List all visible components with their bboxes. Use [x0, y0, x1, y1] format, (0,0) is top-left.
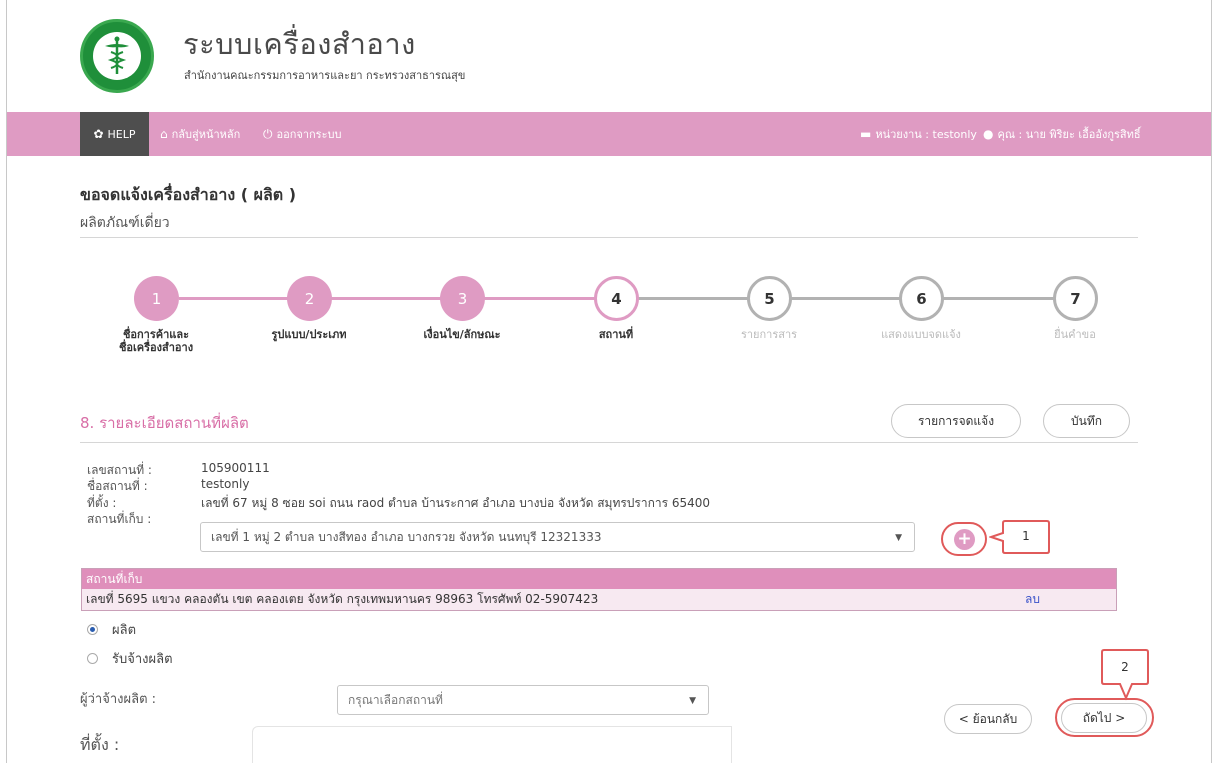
employer-select[interactable]: กรุณาเลือกสถานที่ ▼	[337, 685, 709, 715]
next-button[interactable]: ถัดไป >	[1061, 703, 1147, 733]
unit-info: ▬ หน่วยงาน : testonly	[860, 112, 977, 156]
caduceus-icon	[93, 32, 141, 80]
logout-label: ออกจากระบบ	[276, 128, 342, 141]
add-storage-highlight: +	[941, 522, 987, 556]
power-icon: ⏻	[263, 126, 273, 141]
user-icon: ●	[983, 127, 994, 141]
step-7-circle: 7	[1053, 276, 1098, 321]
step-2-label: รูปแบบ/ประเภท	[271, 328, 347, 341]
step-2-circle[interactable]: 2	[287, 276, 332, 321]
step-4-label: สถานที่	[598, 328, 634, 341]
radio-contract[interactable]: รับจ้างผลิต	[87, 648, 173, 669]
step-6-label: แสดงแบบจดแจ้ง	[881, 328, 961, 341]
location-field[interactable]	[252, 726, 732, 763]
storage-label: สถานที่เก็บ :	[87, 512, 152, 526]
divider	[80, 237, 1138, 238]
section-divider	[80, 442, 1138, 443]
help-label: HELP	[107, 127, 136, 141]
radio-produce-input[interactable]	[87, 624, 98, 635]
chevron-down-icon: ▼	[895, 533, 902, 543]
callout-2: 2	[1121, 660, 1129, 674]
radio-produce-label: ผลิต	[112, 623, 137, 638]
storage-row-address: เลขที่ 5695 แขวง คลองตัน เขต คลองเตย จัง…	[86, 592, 599, 606]
user-info[interactable]: ● คุณ : นาย พิริยะ เอื้ออังกูรสิทธิ์	[983, 112, 1141, 156]
briefcase-icon: ▬	[860, 127, 872, 141]
delete-link[interactable]: ลบ	[1025, 589, 1040, 610]
place-name-value: testonly	[201, 477, 250, 491]
storage-table: สถานที่เก็บ เลขที่ 5695 แขวง คลองตัน เขต…	[81, 568, 1117, 611]
step-line-done	[179, 297, 617, 300]
page-frame: ระบบเครื่องสำอาง สำนักงานคณะกรรมการอาหาร…	[6, 0, 1212, 763]
add-storage-button[interactable]: +	[954, 529, 975, 550]
site-subtitle: สำนักงานคณะกรรมการอาหารและยา กระทรวงสาธา…	[184, 69, 466, 82]
step-1-circle[interactable]: 1	[134, 276, 179, 321]
step-1-label-line2: ชื่อเครื่องสำอาง	[118, 341, 194, 354]
record-list-button[interactable]: รายการจดแจ้ง	[891, 404, 1021, 438]
table-row: เลขที่ 5695 แขวง คลองตัน เขต คลองเตย จัง…	[82, 589, 1116, 610]
step-7-label: ยื่นคำขอ	[1054, 328, 1096, 341]
save-button[interactable]: บันทึก	[1043, 404, 1130, 438]
page-title: ขอจดแจ้งเครื่องสำอาง ( ผลิต )	[80, 185, 297, 204]
step-line-todo	[617, 297, 1079, 300]
home-link[interactable]: ⌂ กลับสู่หน้าหลัก	[160, 112, 240, 156]
storage-select[interactable]: เลขที่ 1 หมู่ 2 ตำบล บางสีทอง อำเภอ บางก…	[200, 522, 915, 552]
radio-produce[interactable]: ผลิต	[87, 619, 136, 640]
address-value: เลขที่ 67 หมู่ 8 ซอย soi ถนน raod ตำบล บ…	[201, 496, 711, 510]
storage-select-value: เลขที่ 1 หมู่ 2 ตำบล บางสีทอง อำเภอ บางก…	[211, 529, 602, 544]
top-navbar: ✿ HELP ⌂ กลับสู่หน้าหลัก ⏻ ออกจากระบบ ▬ …	[7, 112, 1211, 156]
site-title: ระบบเครื่องสำอาง	[183, 27, 416, 61]
employer-label: ผู้ว่าจ้างผลิต :	[80, 692, 157, 707]
fda-logo	[80, 19, 154, 93]
back-button[interactable]: < ย้อนกลับ	[944, 704, 1032, 734]
unit-label: หน่วยงาน : testonly	[875, 128, 977, 141]
storage-table-header: สถานที่เก็บ	[82, 569, 1116, 589]
step-1-label: ชื่อการค้าและ ชื่อเครื่องสำอาง	[91, 328, 221, 354]
location-label: ที่ตั้ง :	[80, 735, 120, 754]
step-5-label: รายการสาร	[740, 328, 798, 341]
callout-1: 1	[1022, 529, 1030, 543]
page-subtitle: ผลิตภัณฑ์เดี่ยว	[80, 215, 170, 231]
site-header: ระบบเครื่องสำอาง สำนักงานคณะกรรมการอาหาร…	[7, 0, 1211, 112]
radio-contract-label: รับจ้างผลิต	[112, 652, 173, 667]
help-button[interactable]: ✿ HELP	[80, 112, 149, 156]
step-3-label: เงื่อนไข/ลักษณะ	[423, 328, 501, 341]
step-6-circle: 6	[899, 276, 944, 321]
home-label: กลับสู่หน้าหลัก	[171, 128, 241, 141]
section-title: 8. รายละเอียดสถานที่ผลิต	[80, 414, 249, 432]
step-1-label-line1: ชื่อการค้าและ	[122, 328, 190, 341]
place-no-value: 105900111	[201, 461, 270, 475]
user-label: คุณ : นาย พิริยะ เอื้ออังกูรสิทธิ์	[997, 128, 1141, 141]
employer-select-placeholder: กรุณาเลือกสถานที่	[348, 692, 443, 707]
step-4-circle[interactable]: 4	[594, 276, 639, 321]
step-3-circle[interactable]: 3	[440, 276, 485, 321]
logout-link[interactable]: ⏻ ออกจากระบบ	[263, 112, 341, 156]
step-5-circle: 5	[747, 276, 792, 321]
gear-icon: ✿	[93, 127, 104, 141]
radio-contract-input[interactable]	[87, 653, 98, 664]
home-icon: ⌂	[160, 127, 168, 141]
chevron-down-icon: ▼	[689, 696, 696, 706]
